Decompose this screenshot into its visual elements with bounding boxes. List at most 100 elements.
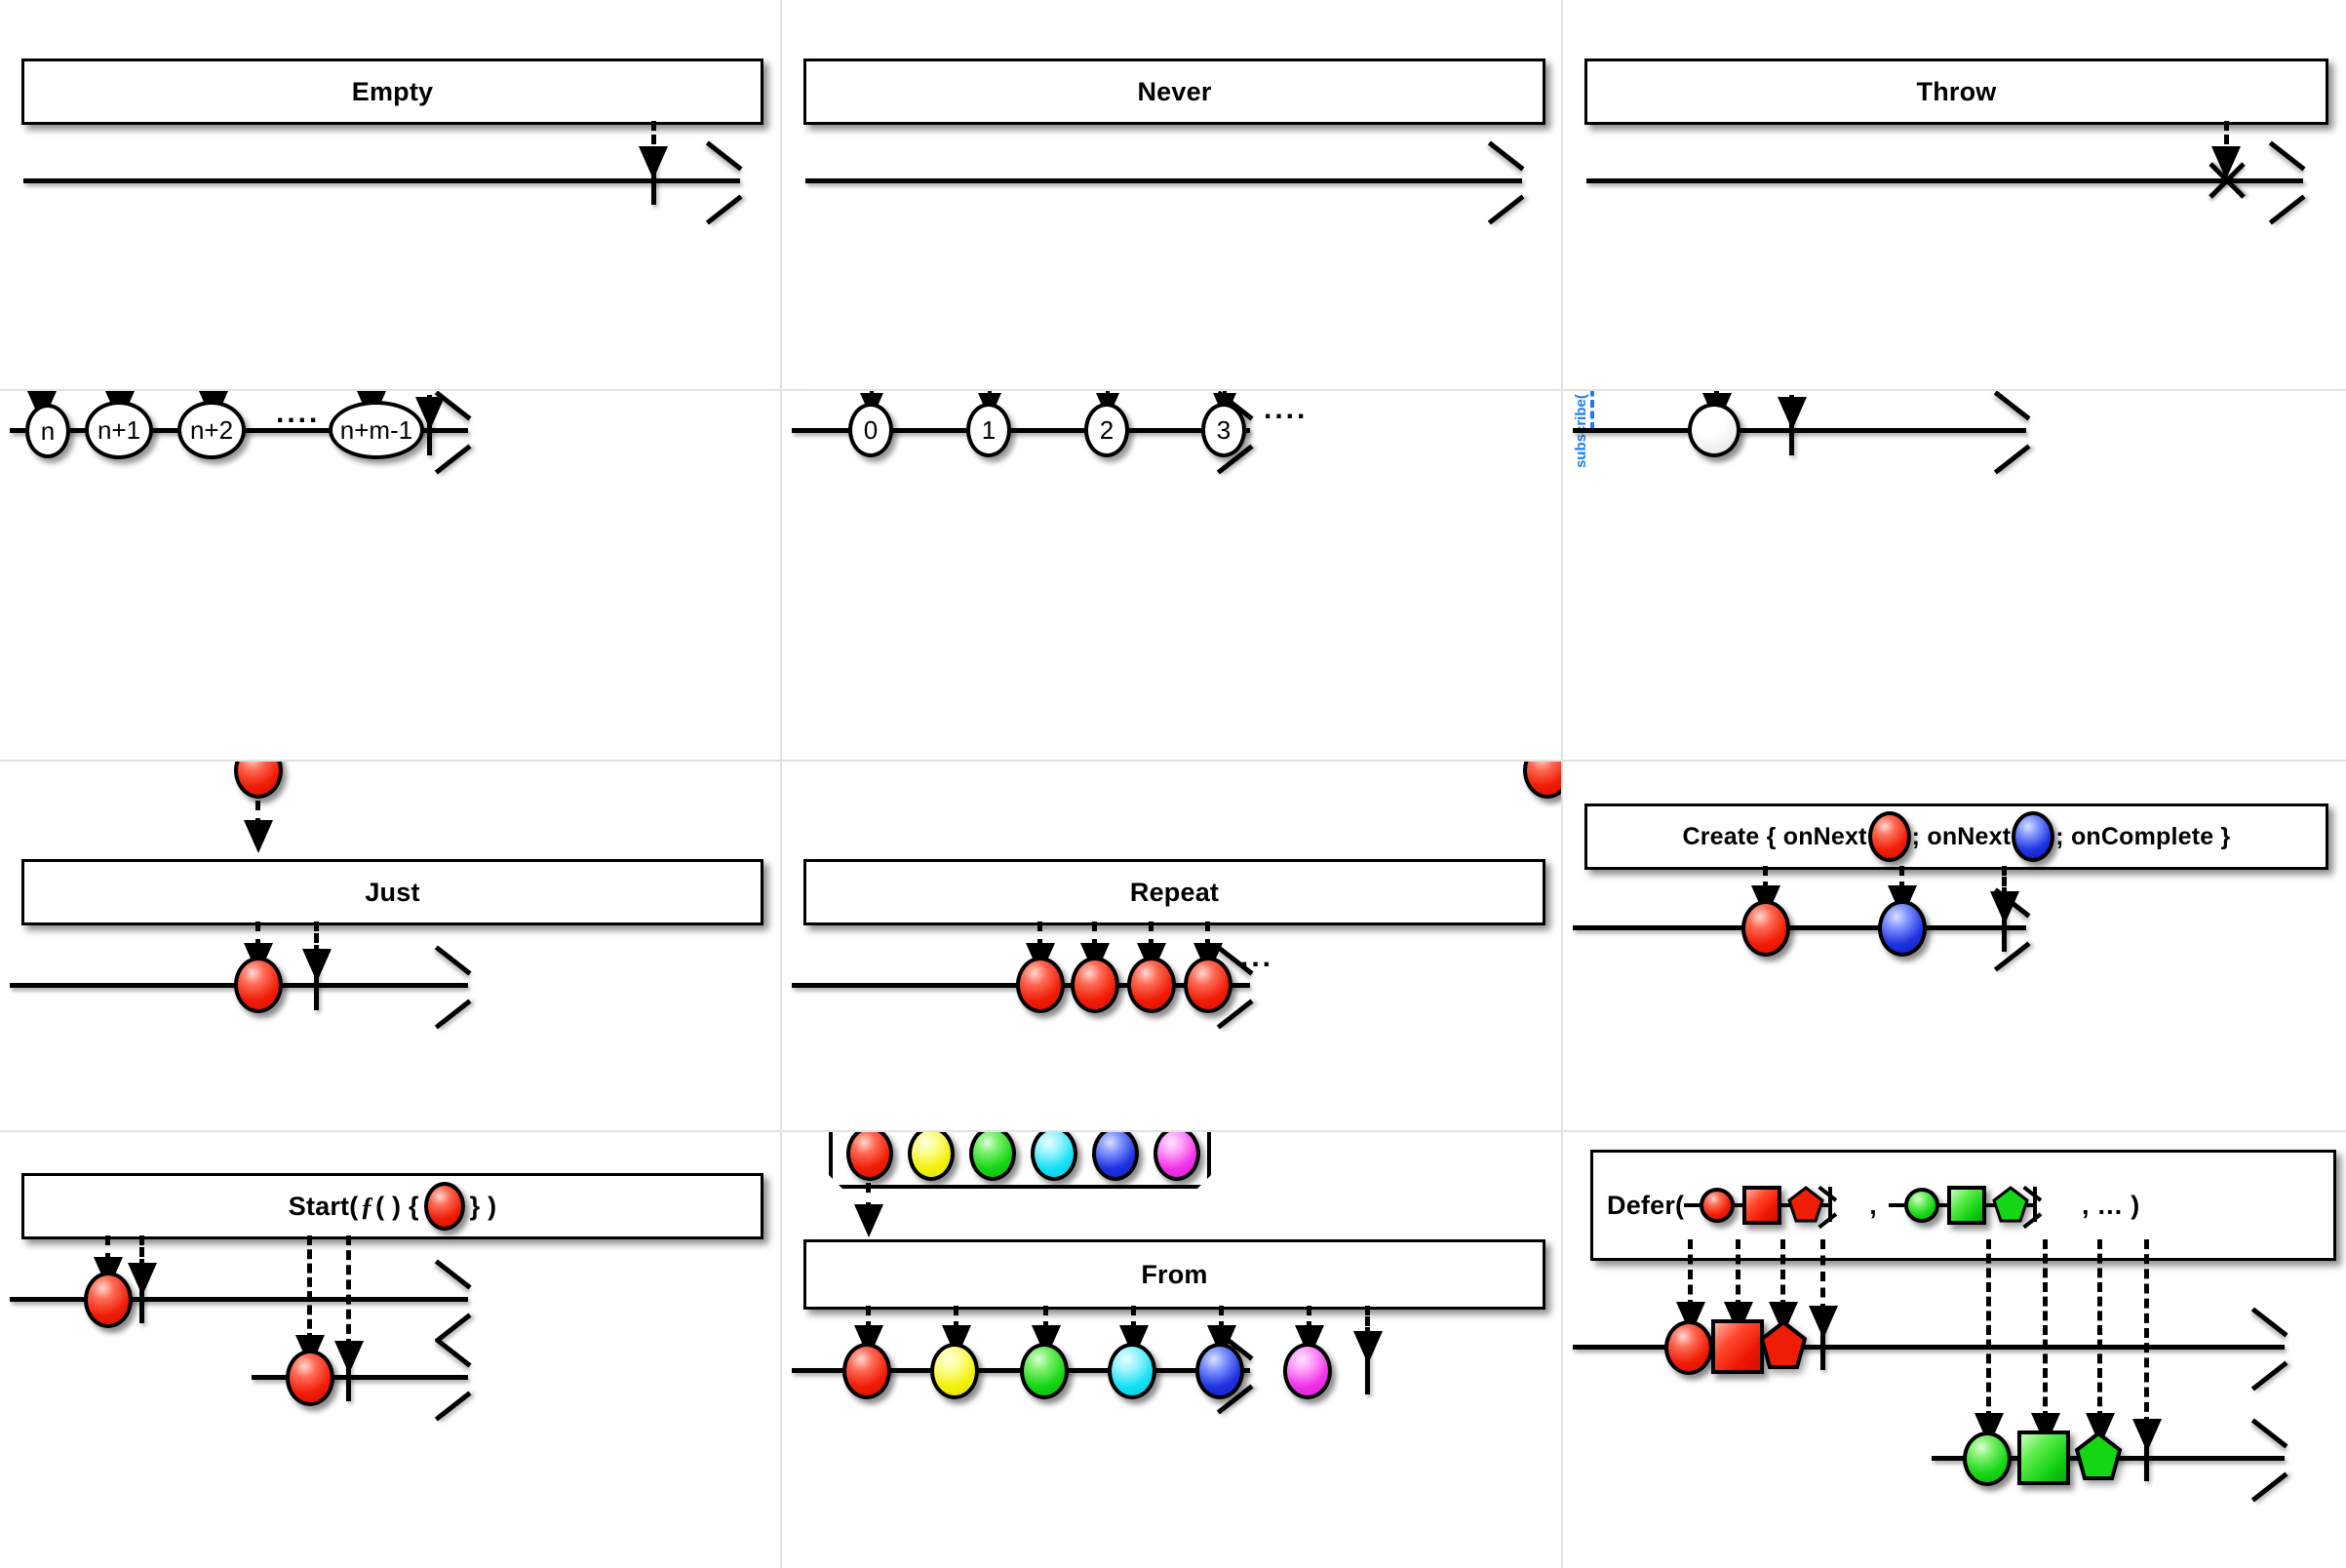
emission-marble[interactable]: n+m-1 [329, 401, 424, 459]
collection-marble[interactable] [969, 1132, 1016, 1181]
marble-label: n+2 [189, 414, 234, 445]
collection-marble[interactable] [1031, 1132, 1077, 1181]
complete-connector [2144, 1239, 2149, 1427]
error-x-icon [2204, 157, 2250, 204]
subscribe-line [1590, 391, 1594, 430]
operator-box-never[interactable]: Never [803, 59, 1545, 125]
emission-item-square[interactable] [1711, 1319, 1764, 1374]
emission-marble[interactable] [286, 1350, 334, 1406]
emission-marble[interactable] [1108, 1343, 1156, 1399]
inner-completion-bar [1828, 1187, 1833, 1222]
operator-box-defer[interactable]: Defer( , , …) [1590, 1150, 2336, 1261]
complete-connector [346, 1235, 351, 1349]
emission-marble[interactable]: 2 [1084, 403, 1129, 457]
emission-marble[interactable] [1195, 1343, 1244, 1399]
emission-item-square[interactable] [2017, 1431, 2070, 1485]
emission-item-pentagon[interactable] [2074, 1431, 2123, 1481]
marble-label: 3 [1216, 414, 1232, 445]
inner-item-pentagon[interactable] [1787, 1186, 1824, 1223]
source-marble[interactable] [234, 762, 283, 799]
emission-marble[interactable] [930, 1343, 979, 1399]
cell-repeat: Repeat ... [782, 762, 1563, 1132]
completion-bar [2144, 1432, 2149, 1481]
emission-marble[interactable] [1071, 957, 1119, 1013]
emission-marble[interactable]: 3 [1201, 403, 1246, 457]
emission-marble[interactable] [1283, 1343, 1332, 1399]
emission-connector [2043, 1239, 2048, 1421]
completion-bar [1365, 1346, 1370, 1394]
timeline [1573, 925, 2026, 930]
inner-item-pentagon[interactable] [1992, 1186, 2029, 1223]
operator-box-throw[interactable]: Throw [1584, 59, 2328, 125]
emission-marble[interactable]: n [25, 404, 70, 458]
ellipsis: ... [1240, 941, 1274, 973]
emission-marble[interactable] [1020, 1343, 1069, 1399]
emission-marble[interactable]: 1 [966, 403, 1011, 457]
marble-label: 0 [863, 414, 879, 445]
emission-marble[interactable] [1741, 900, 1790, 957]
emission-marble[interactable]: n+1 [85, 401, 153, 459]
operator-box-from[interactable]: From [803, 1239, 1545, 1310]
operator-box-empty[interactable]: Empty [21, 59, 763, 125]
completion-bar [139, 1274, 144, 1323]
operator-box-just[interactable]: Just [21, 859, 763, 925]
collection-marble[interactable] [1092, 1132, 1139, 1181]
timeline [1573, 428, 2026, 433]
cell-create: Create { onNext ; onNext ; onComplete } [1563, 762, 2346, 1132]
inner-item-square[interactable] [1946, 1186, 1986, 1225]
inline-marble[interactable] [2012, 811, 2055, 862]
operator-label-fn: ƒ [360, 1191, 374, 1221]
emission-connector [1688, 1239, 1693, 1310]
inner-completion-bar [2032, 1187, 2037, 1222]
ellipsis: .... [1264, 393, 1309, 425]
operator-label: Repeat [1129, 877, 1220, 907]
cell-defer: Defer( , , …) [1563, 1132, 2346, 1568]
operator-label-mid: ( ) { [375, 1191, 419, 1221]
emission-marble[interactable] [1016, 957, 1065, 1013]
marble-label: n [40, 415, 56, 446]
emission-marble[interactable] [84, 1272, 133, 1328]
cell-start: Start( ƒ ( ) { } ) [0, 1132, 782, 1568]
emission-connector [1780, 1239, 1785, 1310]
marble-label: n+1 [97, 414, 141, 445]
operator-label-prefix: Defer( [1607, 1190, 1685, 1220]
inner-item-square[interactable] [1742, 1186, 1782, 1225]
marble-label: n+m-1 [339, 414, 413, 445]
cell-timer: Timer( ) subscribe( ) [1563, 391, 2346, 762]
collection-marble[interactable] [1153, 1132, 1200, 1181]
completion-bar [2002, 903, 2007, 952]
timeline [10, 1297, 468, 1302]
inner-item-circle[interactable] [1700, 1188, 1736, 1223]
source-arrowhead [244, 820, 273, 853]
cell-just: Just [0, 762, 782, 1132]
emission-item-circle[interactable] [1963, 1431, 2012, 1486]
operator-label-suffix: , … ) [2081, 1190, 2140, 1220]
emission-marble[interactable]: n+2 [177, 401, 246, 459]
emission-marble[interactable] [1184, 957, 1232, 1013]
cell-throw: Throw [1563, 0, 2346, 391]
collection-box[interactable] [829, 1132, 1211, 1189]
operator-label: Just [365, 877, 420, 907]
inline-marble[interactable] [1867, 811, 1911, 862]
emission-marble[interactable] [1688, 403, 1740, 457]
timeline [1586, 178, 2303, 183]
inner-item-circle[interactable] [1903, 1188, 1939, 1223]
emission-marble[interactable] [1878, 900, 1927, 957]
operator-label-part: ; onComplete } [2055, 822, 2231, 850]
operator-box-create[interactable]: Create { onNext ; onNext ; onComplete } [1584, 804, 2328, 870]
inline-marble[interactable] [423, 1182, 465, 1231]
emission-marble[interactable]: 0 [848, 403, 893, 457]
collection-marble[interactable] [846, 1132, 893, 1181]
emission-item-circle[interactable] [1664, 1320, 1713, 1375]
operator-label-part: ; onNext [1911, 822, 2012, 850]
operator-label-comma: , [1869, 1190, 1877, 1220]
operator-box-repeat[interactable]: Repeat [803, 859, 1545, 925]
emission-marble[interactable] [842, 1343, 891, 1399]
source-marble[interactable] [1523, 762, 1561, 799]
emission-marble[interactable] [234, 957, 283, 1013]
operator-box-start[interactable]: Start( ƒ ( ) { } ) [21, 1173, 763, 1239]
collection-marble[interactable] [908, 1132, 955, 1181]
emission-item-pentagon[interactable] [1759, 1319, 1808, 1370]
emission-marble[interactable] [1127, 957, 1176, 1013]
completion-bar [1820, 1321, 1825, 1370]
